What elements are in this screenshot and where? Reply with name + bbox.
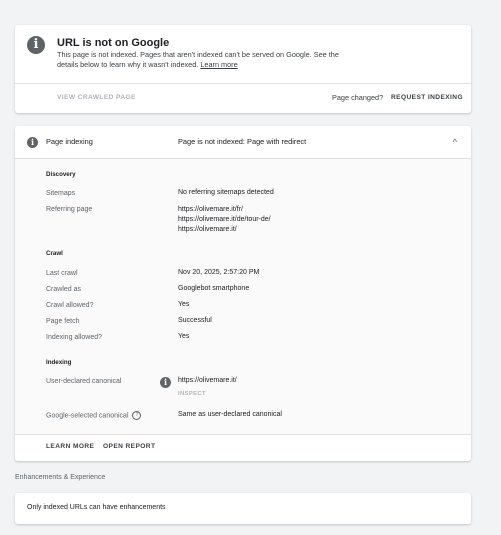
google-selected-canonical-text: Google-selected canonical <box>46 412 129 420</box>
info-icon[interactable]: i <box>160 377 171 388</box>
crawl-allowed-value: Yes <box>178 301 190 308</box>
referring-page-url: https://olivemare.it/de/tour-de/ <box>178 216 271 223</box>
enhancements-message: Only indexed URLs can have enhancements <box>27 504 166 511</box>
referring-page-url: https://olivemare.it/fr/ <box>178 206 243 213</box>
status-card: i URL is not on Google This page is not … <box>15 25 471 113</box>
view-crawled-page-button[interactable]: VIEW CRAWLED PAGE <box>57 94 136 101</box>
indexing-allowed-label: Indexing allowed? <box>46 334 103 341</box>
user-declared-canonical-value: https://olivemare.it/ <box>178 377 237 384</box>
request-indexing-button[interactable]: REQUEST INDEXING <box>391 94 463 101</box>
enhancements-card: Only indexed URLs can have enhancements <box>15 493 471 524</box>
indexing-allowed-value: Yes <box>178 333 190 340</box>
crawled-as-value: Googlebot smartphone <box>178 285 250 292</box>
last-crawl-value: Nov 20, 2025, 2:57:20 PM <box>178 269 260 276</box>
page-indexing-status: Page is not indexed: Page with redirect <box>178 137 307 146</box>
referring-page-label: Referring page <box>46 206 93 213</box>
help-icon[interactable]: ? <box>132 411 142 420</box>
google-selected-canonical-value: Same as user-declared canonical <box>178 411 282 418</box>
learn-more-button[interactable]: LEARN MORE <box>46 443 94 450</box>
status-description-text: This page is not indexed. Pages that are… <box>57 50 339 69</box>
inspect-button[interactable]: INSPECT <box>178 391 206 397</box>
crawl-allowed-label: Crawl allowed? <box>46 302 94 309</box>
page-changed-text: Page changed? <box>332 93 384 102</box>
sitemaps-value: No referring sitemaps detected <box>178 189 274 196</box>
referring-page-url: https://olivemare.it/ <box>178 226 237 233</box>
divider <box>15 83 471 84</box>
learn-more-link[interactable]: Learn more <box>200 60 237 69</box>
enhancements-heading: Enhancements & Experience <box>15 474 106 481</box>
google-selected-canonical-label: Google-selected canonical ? <box>46 411 142 420</box>
indexing-heading: Indexing <box>46 359 72 366</box>
info-icon: i <box>27 36 45 54</box>
info-icon: i <box>27 137 38 148</box>
sitemaps-label: Sitemaps <box>46 190 76 197</box>
status-title: URL is not on Google <box>57 37 170 49</box>
user-declared-canonical-label: User-declared canonical <box>46 378 122 385</box>
discovery-heading: Discovery <box>46 171 76 178</box>
chevron-up-icon[interactable]: ^ <box>453 137 457 147</box>
crawled-as-label: Crawled as <box>46 286 82 293</box>
page-fetch-label: Page fetch <box>46 318 80 325</box>
page-indexing-label: Page indexing <box>46 137 93 146</box>
last-crawl-label: Last crawl <box>46 270 78 277</box>
page-indexing-card: i Page indexing Page is not indexed: Pag… <box>15 126 471 461</box>
status-description: This page is not indexed. Pages that are… <box>57 50 357 70</box>
details-section <box>15 159 471 434</box>
divider <box>15 434 471 435</box>
crawl-heading: Crawl <box>46 250 63 257</box>
open-report-button[interactable]: OPEN REPORT <box>103 443 155 450</box>
page-fetch-value: Successful <box>178 317 212 324</box>
